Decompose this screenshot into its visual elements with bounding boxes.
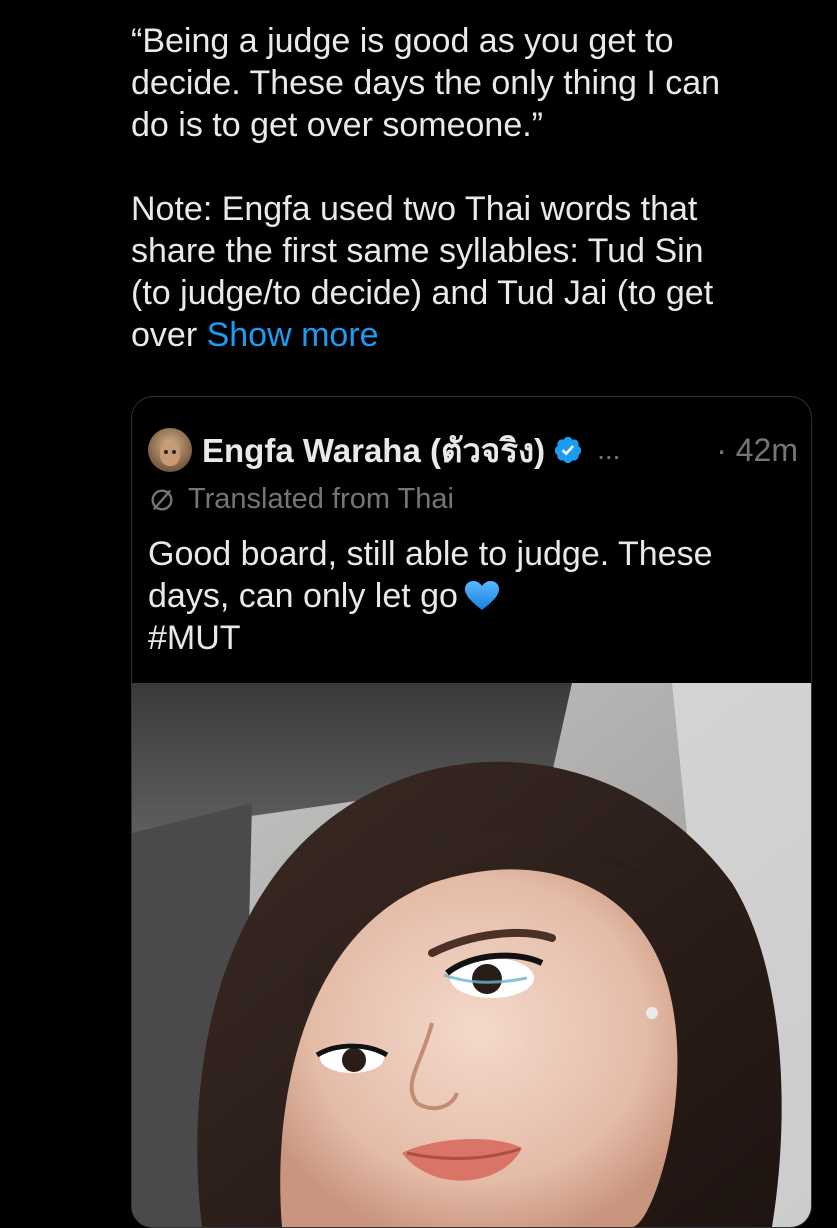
tweet-note-line: Note: Engfa used two Thai words that <box>131 190 698 228</box>
quoted-tweet-text: Good board, still able to judge. These d… <box>148 533 798 659</box>
avatar-eye <box>164 450 168 454</box>
blue-heart-icon <box>464 581 499 610</box>
avatar[interactable] <box>148 428 192 472</box>
display-name[interactable]: Engfa Waraha (ตัวจริง) <box>202 424 545 477</box>
quote-text-line-with-emoji: days, can only let go <box>148 575 798 617</box>
verified-badge-icon <box>554 436 582 464</box>
quote-text-line: days, can only let go <box>148 577 458 615</box>
avatar-face <box>160 442 180 466</box>
show-more-link[interactable]: Show more <box>207 316 379 354</box>
quoted-tweet-card[interactable]: Engfa Waraha (ตัวจริง) ... · 42m Transla… <box>131 396 812 1228</box>
quoted-tweet-media[interactable] <box>132 683 811 1227</box>
selfie-photo <box>132 683 811 1227</box>
tweet-text-line: “Being a judge is good as you get to <box>131 22 674 60</box>
hashtag-link[interactable]: #MUT <box>148 617 798 659</box>
tweet-text-line: do is to get over someone.” <box>131 106 544 144</box>
translate-icon <box>151 489 173 510</box>
timestamp[interactable]: · 42m <box>716 432 798 469</box>
tweet-note-line-end: over <box>131 316 198 354</box>
avatar-eye <box>172 450 176 454</box>
tweet-note-line: share the first same syllables: Tud Sin <box>131 232 704 270</box>
tweet-note-last-line: over Show more <box>131 314 811 356</box>
quote-text-line: Good board, still able to judge. These <box>148 535 713 573</box>
tweet-note-line: (to judge/to decide) and Tud Jai (to get <box>131 274 714 312</box>
translated-indicator: Translated from Thai <box>148 483 454 516</box>
translated-label: Translated from Thai <box>188 483 454 515</box>
tweet-text-line: decide. These days the only thing I can <box>131 64 721 102</box>
tweet-text: “Being a judge is good as you get to dec… <box>131 20 811 356</box>
name-truncation: ... <box>597 434 621 465</box>
quoted-tweet-header: Engfa Waraha (ตัวจริง) ... · 42m <box>148 427 798 473</box>
